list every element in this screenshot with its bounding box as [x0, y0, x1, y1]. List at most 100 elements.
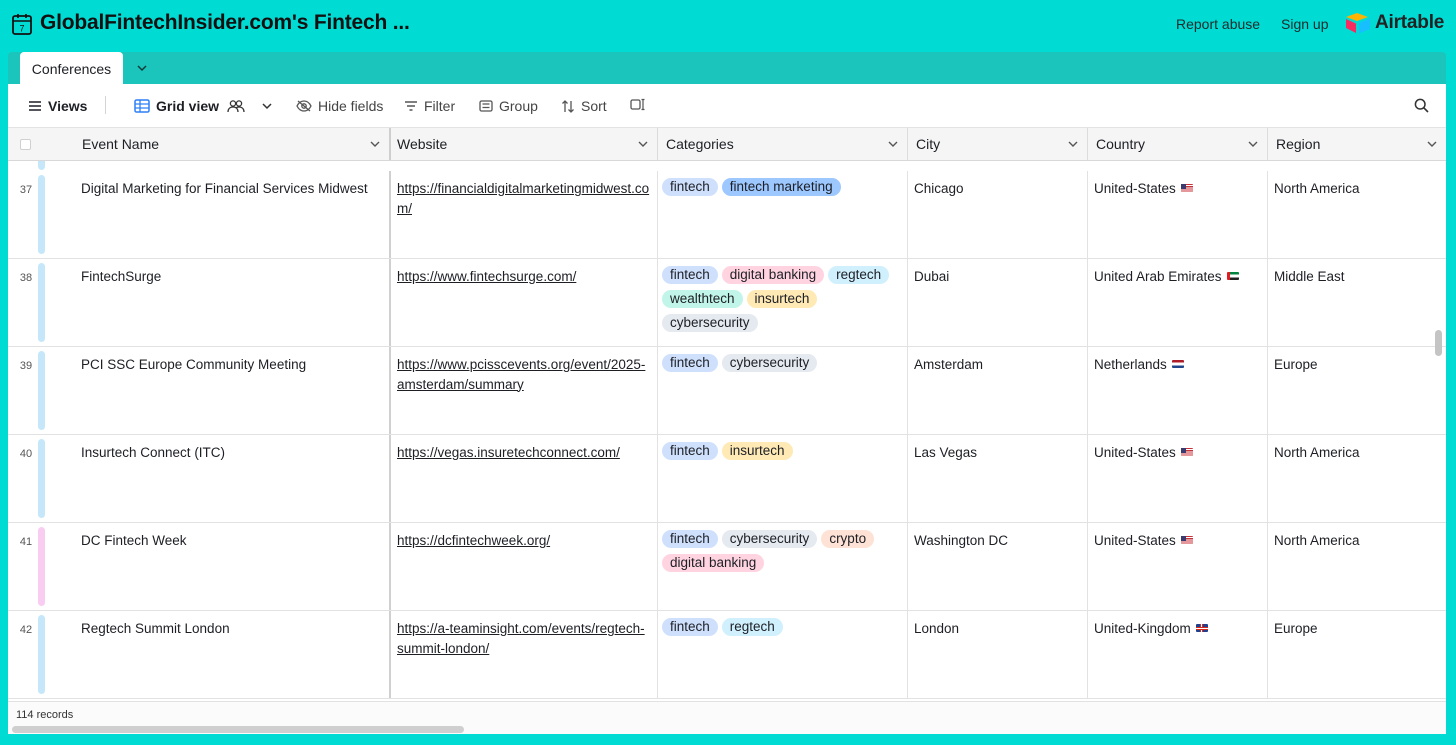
column-label: Event Name — [82, 136, 160, 152]
chevron-down-icon[interactable] — [1426, 139, 1438, 149]
flag-icon — [1226, 272, 1239, 280]
sign-up-link[interactable]: Sign up — [1281, 16, 1328, 32]
group-button[interactable]: Group — [479, 98, 538, 114]
table-row[interactable]: 40 Insurtech Connect (ITC) https://vegas.i… — [8, 435, 1446, 523]
event-name-cell[interactable]: 39 PCI SSC Europe Community Meeting — [8, 347, 391, 434]
calendar-icon: 7 — [12, 14, 32, 35]
column-header-categories[interactable]: Categories — [658, 128, 908, 160]
website-cell[interactable]: https://www.fintechsurge.com/ — [391, 259, 658, 346]
city-value: London — [914, 621, 960, 636]
filter-button[interactable]: Filter — [404, 98, 455, 114]
hide-fields-button[interactable]: Hide fields — [296, 98, 383, 114]
categories-cell[interactable]: fintech digital banking regtech wealthtech i… — [658, 259, 908, 346]
table-tab-bar: Conferences — [8, 52, 1446, 85]
search-icon — [1414, 98, 1429, 113]
column-header-region[interactable]: Region — [1268, 128, 1446, 160]
city-cell[interactable]: Las Vegas — [908, 435, 1088, 522]
tab-conferences[interactable]: Conferences — [20, 52, 123, 85]
region-cell[interactable]: Europe — [1268, 611, 1446, 698]
chevron-down-icon[interactable] — [134, 61, 150, 75]
event-name-cell[interactable]: 41 DC Fintech Week — [8, 523, 391, 610]
grid-header: Event Name Website Categories City Count… — [8, 128, 1446, 161]
row-height-button[interactable] — [630, 98, 652, 111]
city-cell[interactable]: Washington DC — [908, 523, 1088, 610]
country-cell[interactable]: United-States — [1088, 435, 1268, 522]
website-link[interactable]: https://www.pcisscevents.org/event/2025-… — [397, 357, 645, 392]
city-cell[interactable]: Dubai — [908, 259, 1088, 346]
region-value: North America — [1274, 445, 1360, 460]
column-header-event-name[interactable]: Event Name — [8, 128, 391, 160]
categories-cell[interactable]: fintech cybersecurity crypto digital bankin… — [658, 523, 908, 610]
column-header-website[interactable]: Website — [391, 128, 658, 160]
svg-text:7: 7 — [19, 24, 24, 34]
grid-view-button[interactable]: Grid view — [134, 98, 279, 114]
row-number: 40 — [19, 448, 33, 460]
categories-cell[interactable]: fintech insurtech — [658, 435, 908, 522]
table-row[interactable]: 39 PCI SSC Europe Community Meeting https:… — [8, 347, 1446, 435]
region-cell[interactable]: North America — [1268, 171, 1446, 258]
row-number: 39 — [19, 360, 33, 372]
website-link[interactable]: https://a-teaminsight.com/events/regtech… — [397, 621, 645, 656]
horizontal-scrollbar[interactable] — [12, 726, 464, 733]
region-value: North America — [1274, 533, 1360, 548]
region-cell[interactable]: Europe — [1268, 347, 1446, 434]
chevron-down-icon[interactable] — [369, 139, 381, 149]
website-cell[interactable]: https://a-teaminsight.com/events/regtech… — [391, 611, 658, 698]
event-name: DC Fintech Week — [81, 533, 187, 548]
view-toolbar: Views Grid view Hide fields Filter Group… — [8, 84, 1446, 128]
flag-icon — [1180, 448, 1193, 456]
chevron-down-icon[interactable] — [1247, 139, 1259, 149]
country-cell[interactable]: United-Kingdom — [1088, 611, 1268, 698]
categories-cell[interactable]: fintech cybersecurity — [658, 347, 908, 434]
country-cell[interactable]: United-States — [1088, 523, 1268, 610]
city-cell[interactable]: Amsterdam — [908, 347, 1088, 434]
website-link[interactable]: https://www.fintechsurge.com/ — [397, 269, 576, 284]
sort-button[interactable]: Sort — [561, 98, 607, 114]
website-cell[interactable]: https://dcfintechweek.org/ — [391, 523, 658, 610]
event-name-cell[interactable]: 42 Regtech Summit London — [8, 611, 391, 698]
chevron-down-icon[interactable] — [637, 139, 649, 149]
event-name-cell[interactable]: 38 FintechSurge — [8, 259, 391, 346]
views-button[interactable]: Views — [28, 98, 87, 114]
sort-label: Sort — [581, 98, 607, 114]
column-label: Website — [397, 136, 448, 152]
country-cell[interactable]: United Arab Emirates — [1088, 259, 1268, 346]
region-cell[interactable]: North America — [1268, 523, 1446, 610]
region-cell[interactable]: Middle East — [1268, 259, 1446, 346]
sort-icon — [562, 99, 574, 113]
category-tag: fintech marketing — [721, 178, 841, 196]
airtable-logo[interactable]: Airtable — [1345, 12, 1444, 34]
chevron-down-icon[interactable] — [887, 139, 899, 149]
country-cell[interactable]: United-States — [1088, 171, 1268, 258]
chevron-down-icon[interactable] — [1067, 139, 1079, 149]
city-cell[interactable]: London — [908, 611, 1088, 698]
website-link[interactable]: https://dcfintechweek.org/ — [397, 533, 550, 548]
country-cell[interactable]: Netherlands — [1088, 347, 1268, 434]
airtable-logo-icon — [1346, 13, 1370, 34]
report-abuse-link[interactable]: Report abuse — [1176, 16, 1260, 32]
categories-cell[interactable]: fintech regtech — [658, 611, 908, 698]
table-row[interactable]: 37 Digital Marketing for Financial Servic… — [8, 171, 1446, 259]
city-cell[interactable]: Chicago — [908, 171, 1088, 258]
column-header-city[interactable]: City — [908, 128, 1088, 160]
table-row[interactable]: 41 DC Fintech Week https://dcfintechweek.o… — [8, 523, 1446, 611]
people-icon — [227, 100, 245, 113]
event-name-cell[interactable]: 37 Digital Marketing for Financial Servic… — [8, 171, 391, 258]
grid-panel: Views Grid view Hide fields Filter Group… — [8, 84, 1446, 734]
website-link[interactable]: https://vegas.insuretechconnect.com/ — [397, 445, 620, 460]
vertical-scrollbar[interactable] — [1435, 330, 1442, 356]
website-cell[interactable]: https://www.pcisscevents.org/event/2025-… — [391, 347, 658, 434]
flag-icon — [1171, 360, 1184, 368]
table-row[interactable]: 38 FintechSurge https://www.fintechsurge.c… — [8, 259, 1446, 347]
grid-icon — [134, 99, 150, 113]
website-cell[interactable]: https://vegas.insuretechconnect.com/ — [391, 435, 658, 522]
column-header-country[interactable]: Country — [1088, 128, 1268, 160]
website-cell[interactable]: https://financialdigitalmarketingmidwest… — [391, 171, 658, 258]
search-button[interactable] — [1414, 98, 1435, 113]
website-link[interactable]: https://financialdigitalmarketingmidwest… — [397, 181, 649, 216]
region-cell[interactable]: North America — [1268, 435, 1446, 522]
categories-cell[interactable]: fintech fintech marketing — [658, 171, 908, 258]
event-name-cell[interactable]: 40 Insurtech Connect (ITC) — [8, 435, 391, 522]
category-tag: fintech — [662, 618, 718, 636]
table-row[interactable]: 42 Regtech Summit London https://a-teamins… — [8, 611, 1446, 699]
